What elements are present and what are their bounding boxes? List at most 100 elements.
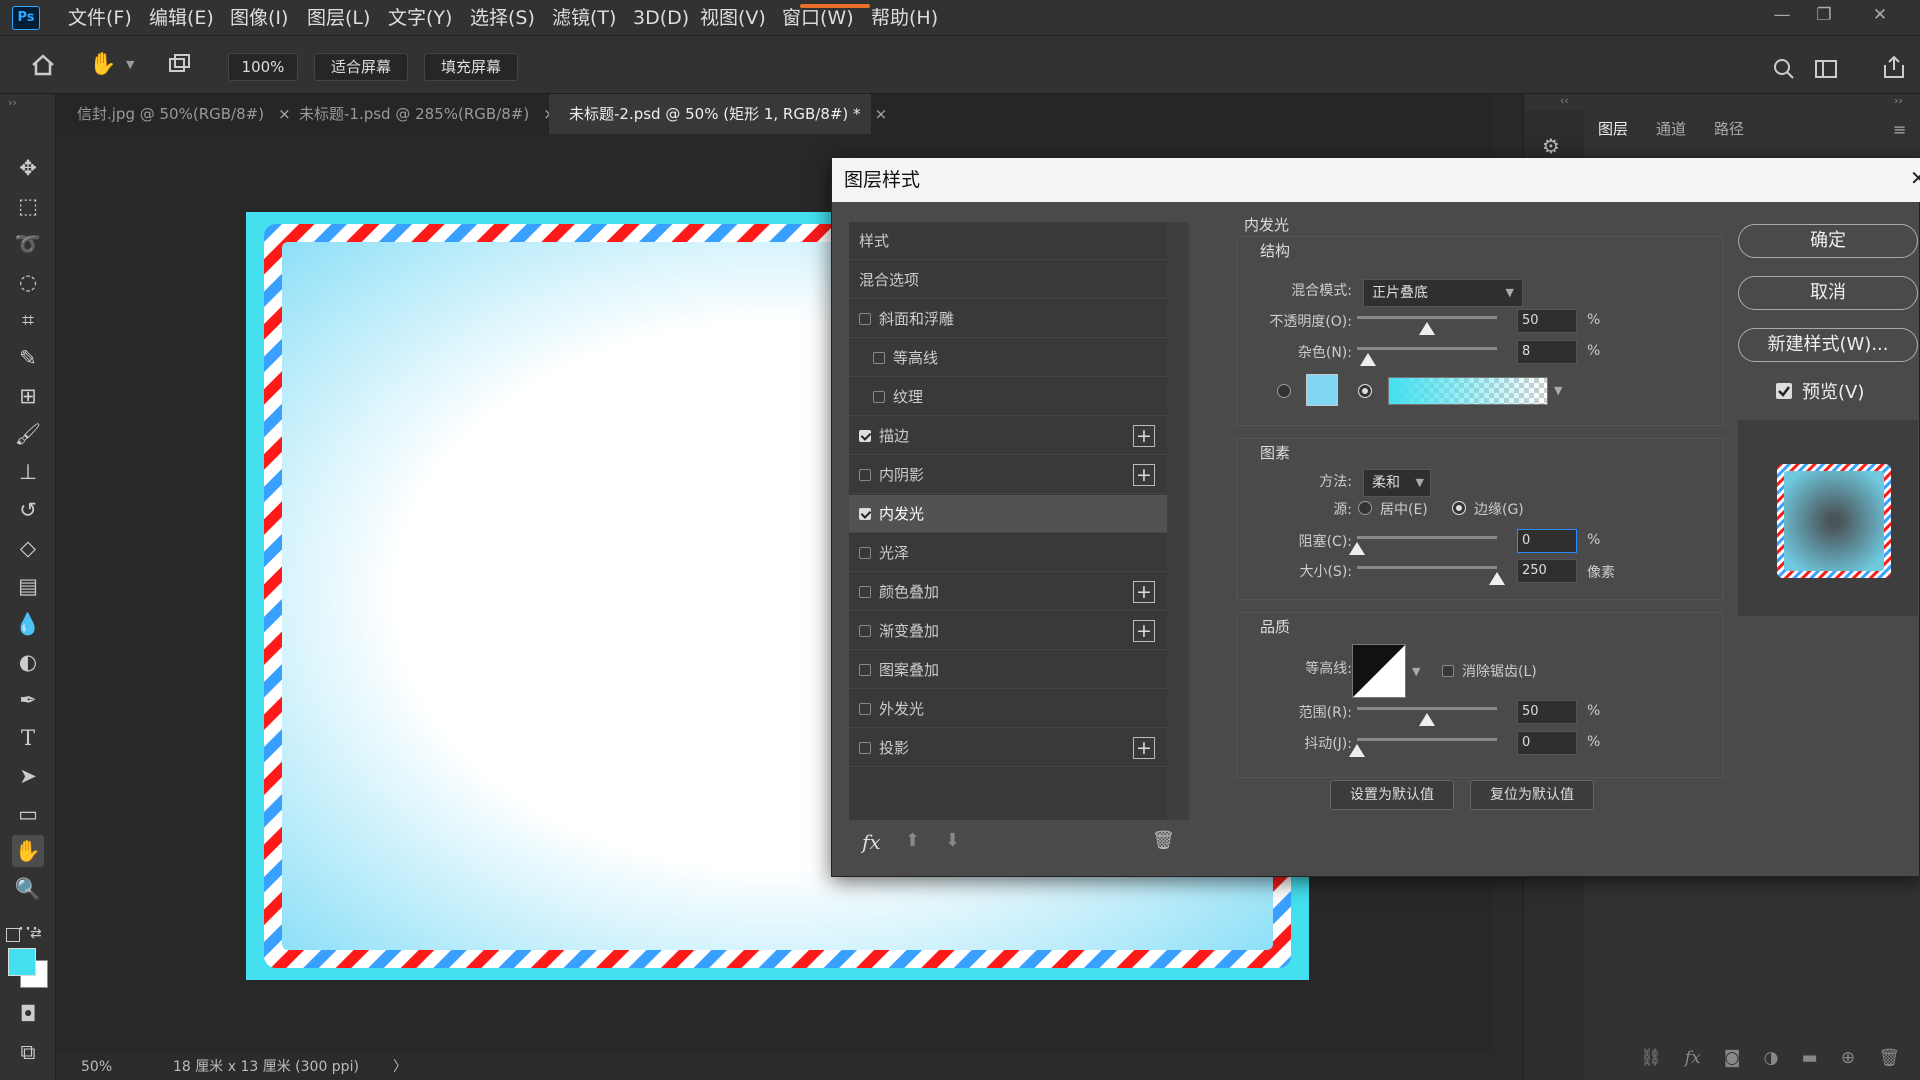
ok-button[interactable]: 确定 [1738, 224, 1918, 258]
noise-input[interactable]: 8 [1517, 340, 1577, 364]
lasso-tool-icon[interactable]: ➰ [12, 228, 44, 260]
jitter-slider-thumb[interactable] [1349, 744, 1365, 757]
chevron-down-icon[interactable]: ▼ [126, 58, 134, 71]
gradient-tool-icon[interactable]: ▤ [12, 570, 44, 602]
size-slider[interactable] [1357, 566, 1497, 569]
quick-select-tool-icon[interactable]: ◌ [12, 266, 44, 298]
style-item[interactable]: 颜色叠加 + [849, 573, 1167, 611]
style-item-checkbox[interactable] [859, 702, 871, 715]
menu-filter[interactable]: 滤镜(T) [552, 0, 616, 36]
share-icon[interactable] [1880, 53, 1908, 81]
brush-tool-icon[interactable]: 🖌 [12, 418, 44, 450]
style-item[interactable]: 内发光 [849, 495, 1167, 533]
stamp-tool-icon[interactable]: ⊥ [12, 456, 44, 488]
dialog-close-icon[interactable]: ✕ [1910, 166, 1920, 190]
close-tab-icon[interactable]: × [875, 105, 888, 123]
panel-menu-icon[interactable]: ≡ [1893, 120, 1906, 139]
pen-tool-icon[interactable]: ✒ [12, 684, 44, 716]
solid-color-radio[interactable] [1277, 384, 1291, 398]
menu-view[interactable]: 视图(V) [700, 0, 766, 36]
eyedropper-tool-icon[interactable]: ✎ [12, 342, 44, 374]
style-item[interactable]: 混合选项 [849, 261, 1167, 299]
add-instance-plus-icon[interactable]: + [1133, 620, 1155, 642]
make-default-button[interactable]: 设置为默认值 [1330, 780, 1454, 810]
opacity-slider-thumb[interactable] [1419, 322, 1435, 335]
collapse-left-icon[interactable]: ‹‹ [1560, 94, 1569, 107]
tab-envelope[interactable]: 信封.jpg @ 50%(RGB/8#) × [57, 94, 291, 134]
add-instance-plus-icon[interactable]: + [1133, 737, 1155, 759]
delete-layer-icon[interactable]: 🗑 [1878, 1048, 1900, 1072]
cancel-button[interactable]: 取消 [1738, 276, 1918, 310]
style-item[interactable]: 图案叠加 [849, 651, 1167, 689]
source-center-radio[interactable] [1358, 501, 1372, 515]
menu-help[interactable]: 帮助(H) [871, 0, 938, 36]
style-item-checkbox[interactable] [859, 663, 871, 676]
collapse-right-icon[interactable]: ›› [1894, 94, 1903, 107]
menu-select[interactable]: 选择(S) [470, 0, 535, 36]
scroll-all-windows-icon[interactable] [165, 50, 193, 78]
glow-gradient-swatch[interactable] [1388, 377, 1548, 405]
eraser-tool-icon[interactable]: ◇ [12, 532, 44, 564]
path-select-tool-icon[interactable]: ➤ [12, 760, 44, 792]
style-item[interactable]: 内阴影 + [849, 456, 1167, 494]
contour-dropdown-icon[interactable]: ▼ [1412, 665, 1420, 678]
add-fx-icon[interactable]: fx [1685, 1048, 1701, 1072]
foreground-color-swatch[interactable] [8, 948, 36, 976]
size-slider-thumb[interactable] [1489, 572, 1505, 585]
style-item-checkbox[interactable] [859, 624, 871, 637]
tab-untitled-2[interactable]: 未标题-2.psd @ 50% (矩形 1, RGB/8#) * × [549, 94, 887, 134]
reset-default-button[interactable]: 复位为默认值 [1470, 780, 1594, 810]
style-item-checkbox[interactable] [859, 741, 871, 754]
menu-edit[interactable]: 编辑(E) [149, 0, 214, 36]
style-item[interactable]: 投影 + [849, 729, 1167, 767]
move-up-icon[interactable]: ⬆ [905, 830, 920, 851]
new-layer-icon[interactable]: ⊕ [1841, 1048, 1855, 1072]
gradient-radio[interactable] [1358, 384, 1372, 398]
status-zoom[interactable]: 50% [81, 1054, 112, 1080]
contour-picker[interactable] [1352, 644, 1406, 698]
add-mask-icon[interactable]: ◙ [1724, 1048, 1741, 1072]
jitter-input[interactable]: 0 [1517, 731, 1577, 755]
tab-channels[interactable]: 通道 [1656, 118, 1686, 139]
adjustment-layer-icon[interactable]: ◑ [1764, 1048, 1779, 1072]
history-brush-tool-icon[interactable]: ↺ [12, 494, 44, 526]
style-item-checkbox[interactable] [859, 507, 871, 520]
blur-tool-icon[interactable]: 💧 [12, 608, 44, 640]
preview-checkbox[interactable] [1776, 383, 1792, 399]
link-layers-icon[interactable]: ⛓ [1640, 1048, 1662, 1072]
minimize-icon[interactable]: — [1762, 0, 1802, 30]
choke-slider-thumb[interactable] [1349, 542, 1365, 555]
swap-colors-icon[interactable]: ⇄ [30, 926, 42, 942]
style-list-scrollbar[interactable] [1167, 222, 1189, 820]
healing-tool-icon[interactable]: ⊞ [12, 380, 44, 412]
style-item[interactable]: 外发光 [849, 690, 1167, 728]
choke-input[interactable]: 0 [1517, 529, 1577, 553]
style-item[interactable]: 纹理 [849, 378, 1167, 416]
source-edge-radio[interactable] [1452, 501, 1466, 515]
move-tool-icon[interactable]: ✥ [12, 152, 44, 184]
noise-slider-thumb[interactable] [1360, 353, 1377, 366]
range-input[interactable]: 50 [1517, 700, 1577, 724]
style-item[interactable]: 斜面和浮雕 [849, 300, 1167, 338]
style-item-checkbox[interactable] [859, 312, 871, 325]
screen-mode-icon[interactable]: ⧉ [12, 1036, 44, 1068]
zoom-field[interactable]: 100% [228, 53, 298, 81]
style-item-checkbox[interactable] [859, 468, 871, 481]
blend-mode-select[interactable]: 正片叠底 ▼ [1363, 279, 1523, 307]
status-expand-icon[interactable]: 〉 [393, 1054, 407, 1080]
new-style-button[interactable]: 新建样式(W)... [1738, 328, 1918, 362]
hand-tool-active-icon[interactable]: ✋ [12, 835, 44, 867]
delete-style-icon[interactable]: 🗑 [1152, 830, 1175, 851]
tab-layers[interactable]: 图层 [1598, 118, 1628, 139]
rectangle-tool-icon[interactable]: ▭ [12, 798, 44, 830]
menu-layer[interactable]: 图层(L) [307, 0, 370, 36]
menu-image[interactable]: 图像(I) [230, 0, 288, 36]
menu-type[interactable]: 文字(Y) [388, 0, 452, 36]
tab-untitled-1[interactable]: 未标题-1.psd @ 285%(RGB/8#)× [279, 94, 556, 134]
menu-file[interactable]: 文件(F) [68, 0, 132, 36]
jitter-slider[interactable] [1357, 738, 1497, 741]
style-item[interactable]: 样式 [849, 222, 1167, 260]
gradient-dropdown-icon[interactable]: ▼ [1554, 384, 1562, 397]
collapse-toolbar-icon[interactable]: ›› [8, 96, 17, 109]
add-instance-plus-icon[interactable]: + [1133, 581, 1155, 603]
